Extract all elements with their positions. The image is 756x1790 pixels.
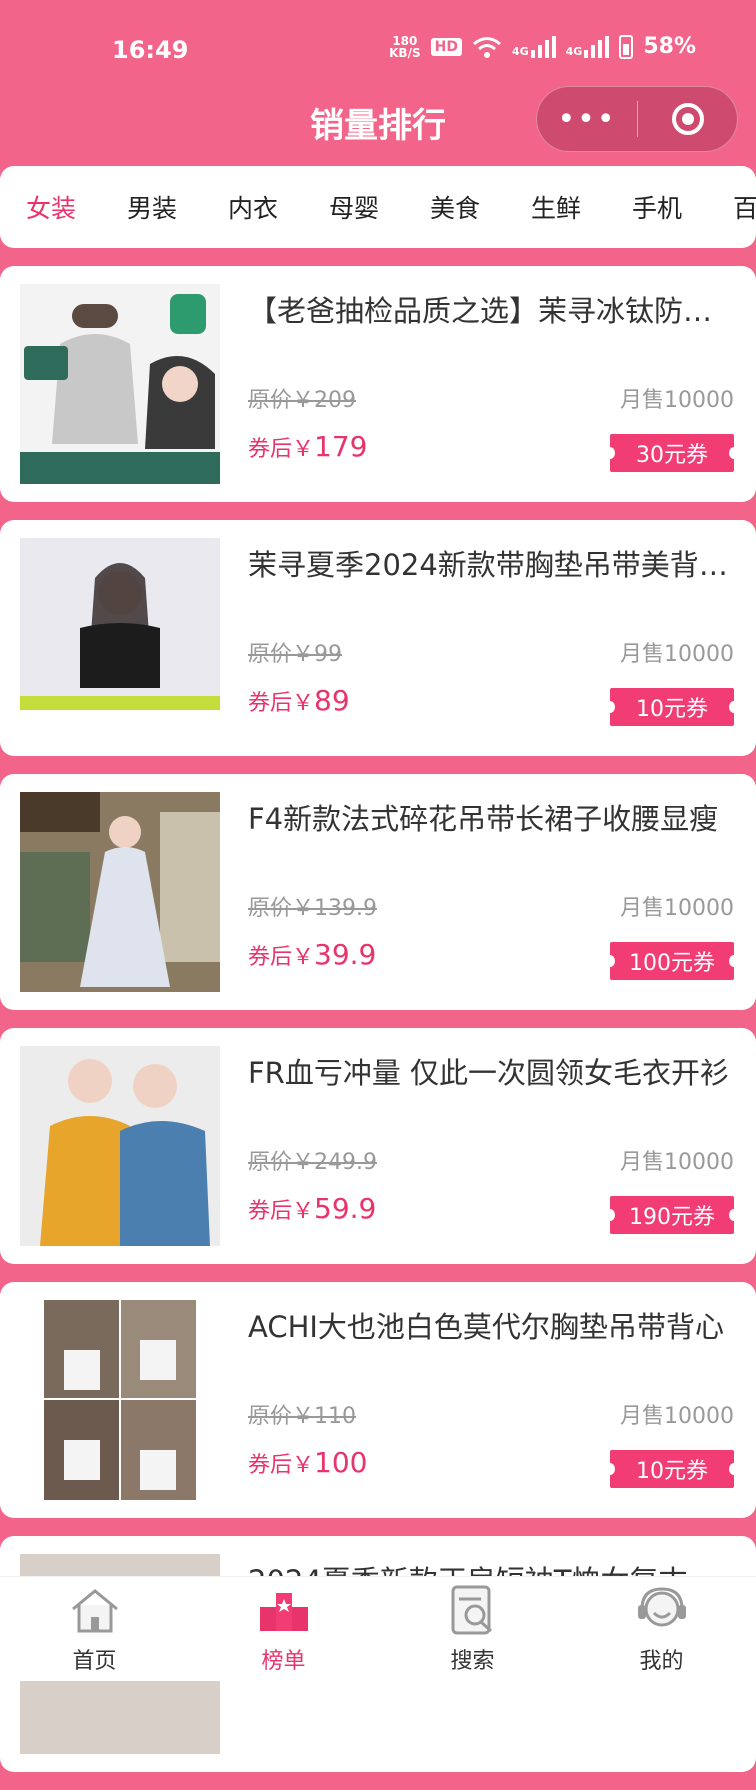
coupon-button[interactable]: 30元券 [605, 434, 739, 472]
coupon-button[interactable]: 190元券 [605, 1196, 739, 1234]
tab-mine[interactable]: 我的 [567, 1577, 756, 1681]
coupon-price: 券后￥39.9 [248, 938, 377, 971]
product-title: 茉寻夏季2024新款带胸垫吊带美背背心 [248, 548, 738, 582]
product-title: ACHI大也池白色莫代尔胸垫吊带背心 [248, 1310, 724, 1344]
status-time: 16:49 [112, 36, 189, 64]
category-bar: 女装 男装 内衣 母婴 美食 生鲜 手机 百 [0, 166, 756, 248]
battery-icon [619, 34, 634, 59]
product-card[interactable]: FR血亏冲量 仅此一次圆领女毛衣开衫 原价￥249.9 月售10000 券后￥5… [0, 1028, 756, 1264]
status-icons: 180 KB/S HD 4G 4G 58% [389, 34, 696, 59]
user-icon [637, 1587, 686, 1627]
home-icon [71, 1589, 118, 1633]
network-speed: 180 KB/S [389, 33, 421, 60]
monthly-sales: 月售10000 [620, 1404, 734, 1429]
category-tab-phone[interactable]: 手机 [632, 189, 733, 225]
category-track: 女装 男装 内衣 母婴 美食 生鲜 手机 百 [26, 166, 756, 248]
original-price: 原价￥99 [248, 642, 342, 667]
coupon-price: 券后￥89 [248, 684, 350, 717]
original-price: 原价￥209 [248, 388, 356, 413]
product-image [20, 1046, 220, 1246]
bottom-tab-bar: 首页 榜单 搜索 我的 [0, 1576, 756, 1681]
close-program-button[interactable] [638, 103, 737, 135]
category-tab-more[interactable]: 百 [733, 189, 756, 225]
mini-program-capsule: ••• [536, 86, 738, 152]
category-tab-underwear[interactable]: 内衣 [228, 189, 329, 225]
original-price: 原价￥139.9 [248, 896, 377, 921]
battery-level: 58% [643, 34, 696, 59]
product-list: 【老爸抽检品质之选】茉寻冰钛防晒衣 原价￥209 月售10000 券后￥179 … [0, 266, 756, 1790]
category-tab-women[interactable]: 女装 [26, 189, 127, 225]
category-tab-men[interactable]: 男装 [127, 189, 228, 225]
target-icon [671, 103, 704, 135]
product-image [20, 284, 220, 484]
product-title: FR血亏冲量 仅此一次圆领女毛衣开衫 [248, 1056, 730, 1090]
signal-1-icon: 4G [512, 35, 556, 58]
product-image [20, 538, 220, 738]
product-image [20, 792, 220, 992]
coupon-button[interactable]: 10元券 [605, 688, 739, 726]
original-price: 原价￥110 [248, 1404, 356, 1429]
monthly-sales: 月售10000 [620, 642, 734, 667]
product-title: F4新款法式碎花吊带长裙子收腰显瘦 [248, 802, 719, 836]
tab-ranking[interactable]: 榜单 [189, 1577, 378, 1681]
coupon-price: 券后￥100 [248, 1446, 368, 1479]
title-bar: 销量排行 ••• [0, 86, 756, 156]
search-icon [451, 1585, 492, 1635]
tab-label: 搜索 [450, 1649, 495, 1674]
coupon-button[interactable]: 10元券 [605, 1450, 739, 1488]
category-tab-baby[interactable]: 母婴 [329, 189, 430, 225]
product-title: 【老爸抽检品质之选】茉寻冰钛防晒衣 [248, 294, 738, 328]
tab-label: 我的 [639, 1649, 684, 1674]
product-card[interactable]: ACHI大也池白色莫代尔胸垫吊带背心 原价￥110 月售10000 券后￥100… [0, 1282, 756, 1518]
wifi-icon [472, 36, 501, 58]
product-card[interactable]: 【老爸抽检品质之选】茉寻冰钛防晒衣 原价￥209 月售10000 券后￥179 … [0, 266, 756, 502]
more-dots-icon[interactable]: ••• [537, 102, 637, 137]
tab-label: 榜单 [261, 1649, 306, 1674]
tab-label: 首页 [72, 1649, 117, 1674]
ranking-icon [259, 1593, 308, 1631]
monthly-sales: 月售10000 [620, 388, 734, 413]
monthly-sales: 月售10000 [620, 896, 734, 921]
tab-search[interactable]: 搜索 [378, 1577, 567, 1681]
monthly-sales: 月售10000 [620, 1150, 734, 1175]
hd-voice-icon: HD [430, 37, 462, 56]
product-card[interactable]: 茉寻夏季2024新款带胸垫吊带美背背心 原价￥99 月售10000 券后￥89 … [0, 520, 756, 756]
coupon-price: 券后￥179 [248, 430, 368, 463]
status-bar: 16:49 180 KB/S HD 4G 4G 58% [0, 0, 756, 100]
coupon-button[interactable]: 100元券 [605, 942, 739, 980]
tab-home[interactable]: 首页 [0, 1577, 189, 1681]
category-tab-fresh[interactable]: 生鲜 [531, 189, 632, 225]
product-card[interactable]: F4新款法式碎花吊带长裙子收腰显瘦 原价￥139.9 月售10000 券后￥39… [0, 774, 756, 1010]
product-image [20, 1300, 220, 1500]
coupon-price: 券后￥59.9 [248, 1192, 377, 1225]
original-price: 原价￥249.9 [248, 1150, 377, 1175]
signal-2-icon: 4G [566, 35, 610, 58]
category-tab-food[interactable]: 美食 [430, 189, 531, 225]
